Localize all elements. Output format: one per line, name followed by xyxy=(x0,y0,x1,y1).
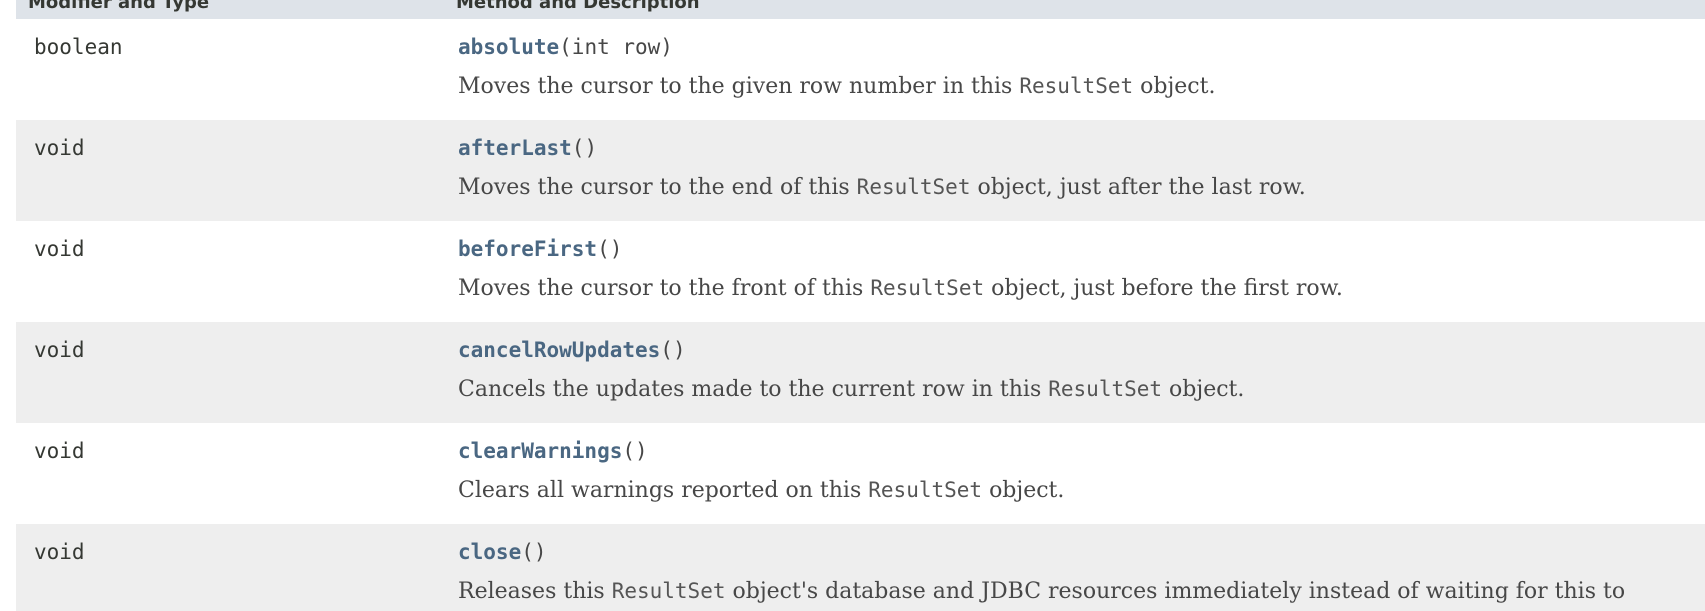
code-resultset: ResultSet xyxy=(1048,377,1163,401)
column-header-method: Method and Description xyxy=(444,0,1705,19)
method-summary-table: Modifier and Type Method and Description… xyxy=(16,0,1705,611)
return-type: void xyxy=(34,338,85,362)
return-type: void xyxy=(34,237,85,261)
code-resultset: ResultSet xyxy=(1019,74,1134,98)
table-row: boolean absolute(int row) Moves the curs… xyxy=(16,19,1705,120)
method-signature: clearWarnings() xyxy=(458,439,1705,463)
method-params: () xyxy=(660,338,686,362)
method-description: Moves the cursor to the given row number… xyxy=(458,74,1216,99)
method-signature: absolute(int row) xyxy=(458,35,1705,59)
method-description: Moves the cursor to the front of this Re… xyxy=(458,276,1343,301)
column-header-type: Modifier and Type xyxy=(16,0,444,19)
return-type: void xyxy=(34,439,85,463)
method-description: Clears all warnings reported on this Res… xyxy=(458,478,1065,503)
table-row: void clearWarnings() Clears all warnings… xyxy=(16,423,1705,524)
method-signature: afterLast() xyxy=(458,136,1705,160)
method-cell: afterLast() Moves the cursor to the end … xyxy=(444,120,1705,221)
code-resultset: ResultSet xyxy=(856,175,971,199)
method-link-close[interactable]: close xyxy=(458,540,521,564)
method-signature: cancelRowUpdates() xyxy=(458,338,1705,362)
method-signature: beforeFirst() xyxy=(458,237,1705,261)
method-cell: close() Releases this ResultSet object's… xyxy=(444,524,1705,611)
code-resultset: ResultSet xyxy=(868,478,983,502)
table-row: void afterLast() Moves the cursor to the… xyxy=(16,120,1705,221)
method-params: () xyxy=(597,237,623,261)
method-params: () xyxy=(622,439,648,463)
table-row: void cancelRowUpdates() Cancels the upda… xyxy=(16,322,1705,423)
method-cell: beforeFirst() Moves the cursor to the fr… xyxy=(444,221,1705,322)
return-type: boolean xyxy=(34,35,123,59)
method-description: Cancels the updates made to the current … xyxy=(458,377,1245,402)
method-description: Moves the cursor to the end of this Resu… xyxy=(458,175,1306,200)
method-params: () xyxy=(571,136,598,160)
table-row: void close() Releases this ResultSet obj… xyxy=(16,524,1705,611)
method-description: Releases this ResultSet object's databas… xyxy=(458,579,1626,604)
method-link-absolute[interactable]: absolute xyxy=(458,35,559,59)
method-link-beforefirst[interactable]: beforeFirst xyxy=(458,237,597,261)
method-cell: absolute(int row) Moves the cursor to th… xyxy=(444,19,1705,120)
code-resultset: ResultSet xyxy=(611,579,726,603)
method-cell: clearWarnings() Clears all warnings repo… xyxy=(444,423,1705,524)
method-signature: close() xyxy=(458,540,1705,564)
method-link-clearwarnings[interactable]: clearWarnings xyxy=(458,439,622,463)
return-type: void xyxy=(34,540,85,564)
method-params: (int row) xyxy=(559,35,673,59)
javadoc-page: Modifier and Type Method and Description… xyxy=(0,0,1705,611)
method-params: () xyxy=(521,540,547,564)
method-link-cancelrowupdates[interactable]: cancelRowUpdates xyxy=(458,338,660,362)
table-row: void beforeFirst() Moves the cursor to t… xyxy=(16,221,1705,322)
method-cell: cancelRowUpdates() Cancels the updates m… xyxy=(444,322,1705,423)
method-link-afterlast[interactable]: afterLast xyxy=(458,136,572,160)
table-header-row: Modifier and Type Method and Description xyxy=(16,0,1705,19)
return-type: void xyxy=(34,136,85,160)
code-resultset: ResultSet xyxy=(870,276,985,300)
